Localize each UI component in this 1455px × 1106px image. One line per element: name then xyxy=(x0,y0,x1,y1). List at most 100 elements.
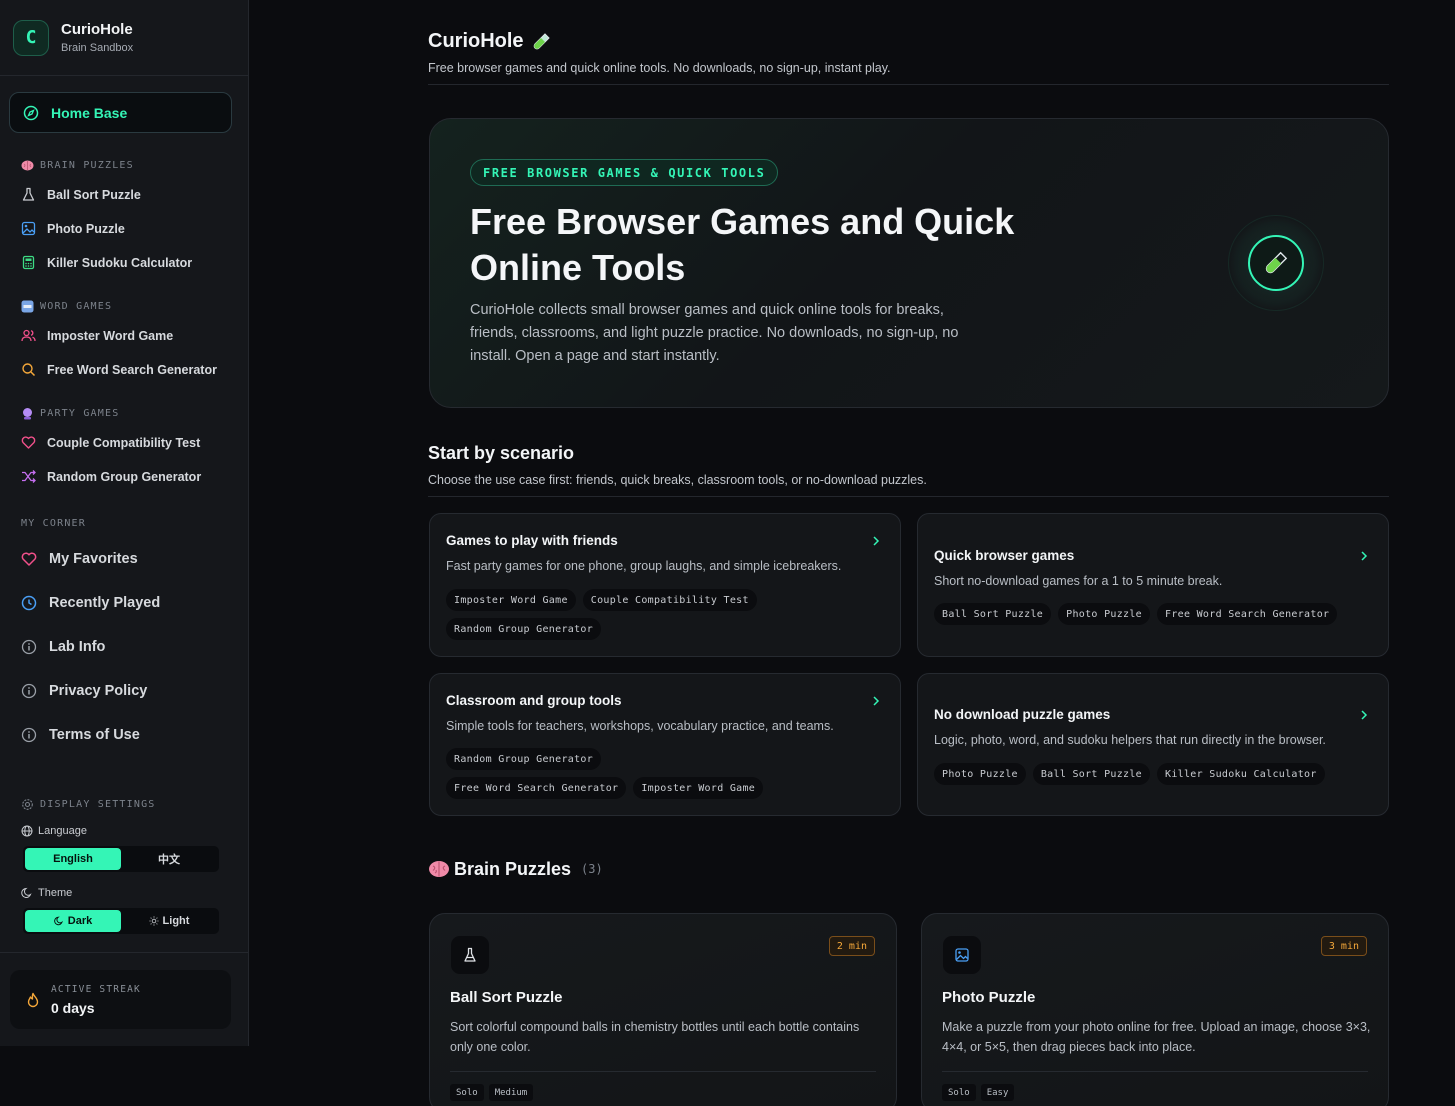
theme-toggle[interactable]: Dark Light xyxy=(23,908,219,934)
section-title-brain-puzzles: BRAIN PUZZLES xyxy=(21,159,134,172)
tag[interactable]: Free Word Search Generator xyxy=(1157,603,1338,625)
category-heading-brain-puzzles: Brain Puzzles (3) xyxy=(428,858,603,880)
brand[interactable]: C CurioHole Brain Sandbox xyxy=(0,0,248,76)
moon-icon xyxy=(21,887,32,898)
sidebar-item-free-word-search-generator[interactable]: Free Word Search Generator xyxy=(21,362,217,377)
game-icon xyxy=(451,936,489,974)
language-option-english[interactable]: English xyxy=(25,848,121,870)
search-icon xyxy=(22,363,36,377)
tag[interactable]: Random Group Generator xyxy=(446,748,602,770)
game-card-photo-puzzle[interactable]: 3 min Photo Puzzle Make a puzzle from yo… xyxy=(921,913,1389,1106)
sidebar-item-lab-info[interactable]: Lab Info xyxy=(21,639,105,655)
tag: Solo xyxy=(450,1084,484,1101)
tag[interactable]: Couple Compatibility Test xyxy=(582,589,757,611)
heart-icon xyxy=(21,552,37,566)
sidebar-item-recently-played[interactable]: Recently Played xyxy=(21,595,160,611)
globe-icon xyxy=(21,825,33,837)
card-tags: Ball Sort Puzzle Photo Puzzle Free Word … xyxy=(934,603,1374,625)
scenario-subtitle: Choose the use case first: friends, quic… xyxy=(428,473,927,487)
game-title: Ball Sort Puzzle xyxy=(450,989,563,1006)
scenario-card-friends[interactable]: Games to play with friends Fast party ga… xyxy=(429,513,901,657)
tag[interactable]: Free Word Search Generator xyxy=(446,777,627,799)
tag[interactable]: Random Group Generator xyxy=(446,618,602,640)
moon-icon xyxy=(53,916,63,926)
hero-badge xyxy=(1248,235,1304,291)
brand-subtitle: Brain Sandbox xyxy=(61,42,134,54)
game-description: Sort colorful compound balls in chemistr… xyxy=(450,1020,860,1054)
tag[interactable]: Imposter Word Game xyxy=(633,777,764,799)
sidebar-item-privacy-policy[interactable]: Privacy Policy xyxy=(21,683,147,699)
card-title: Games to play with friends xyxy=(446,533,618,548)
sun-icon xyxy=(148,916,159,926)
section-title-word-games: WORD GAMES xyxy=(21,300,112,313)
sidebar-item-ball-sort-puzzle[interactable]: Ball Sort Puzzle xyxy=(21,187,141,202)
scenario-card-quick-browser-games[interactable]: Quick browser games Short no-download ga… xyxy=(917,513,1389,657)
sidebar-item-my-favorites[interactable]: My Favorites xyxy=(21,551,138,567)
hero-heading: Free Browser Games and Quick Online Tool… xyxy=(470,201,1015,288)
sidebar-item-photo-puzzle[interactable]: Photo Puzzle xyxy=(21,221,125,236)
image-icon xyxy=(21,221,36,236)
scenario-heading: Start by scenario xyxy=(428,443,575,463)
header-divider xyxy=(428,84,1389,85)
sidebar-item-home-base[interactable]: Home Base xyxy=(9,92,232,133)
gear-icon xyxy=(22,799,33,810)
page-title: CurioHole xyxy=(428,30,551,53)
game-card-ball-sort-puzzle[interactable]: 2 min Ball Sort Puzzle Sort colorful com… xyxy=(429,913,897,1106)
flask-icon xyxy=(22,187,35,201)
card-tags: Imposter Word Game Couple Compatibility … xyxy=(446,589,786,640)
game-icon xyxy=(943,936,981,974)
card-title: Classroom and group tools xyxy=(446,693,622,708)
language-option-chinese[interactable]: 中文 xyxy=(121,848,217,870)
sidebar-item-random-group-generator[interactable]: Random Group Generator xyxy=(21,469,201,484)
card-divider xyxy=(450,1071,876,1072)
hero-description: CurioHole collects small browser games a… xyxy=(470,302,959,364)
abc-icon xyxy=(21,300,34,313)
sidebar-item-couple-compatibility-test[interactable]: Couple Compatibility Test xyxy=(21,435,200,450)
shuffle-icon xyxy=(22,470,36,483)
tag[interactable]: Photo Puzzle xyxy=(1058,603,1150,625)
section-title-display-settings: DISPLAY SETTINGS xyxy=(21,798,156,811)
scenario-divider xyxy=(428,496,1389,497)
tag[interactable]: Photo Puzzle xyxy=(934,763,1026,785)
category-count: (3) xyxy=(581,862,603,876)
language-toggle[interactable]: English 中文 xyxy=(23,846,219,872)
card-description: Logic, photo, word, and sudoku helpers t… xyxy=(934,733,1326,747)
sidebar-item-label: Home Base xyxy=(51,104,128,121)
chevron-right-icon xyxy=(1361,551,1368,561)
theme-option-dark[interactable]: Dark xyxy=(25,910,121,932)
tag[interactable]: Ball Sort Puzzle xyxy=(1032,763,1150,785)
tag: Medium xyxy=(488,1084,534,1101)
theme-label: Theme xyxy=(21,887,72,899)
game-title: Photo Puzzle xyxy=(942,989,1036,1006)
active-streak: ACTIVE STREAK 0 days xyxy=(10,970,231,1029)
tag: Easy xyxy=(980,1084,1015,1101)
tag[interactable]: Ball Sort Puzzle xyxy=(934,603,1052,625)
sidebar-item-killer-sudoku-calculator[interactable]: Killer Sudoku Calculator xyxy=(21,255,192,270)
time-badge: 3 min xyxy=(1320,936,1367,956)
crystal-ball-icon xyxy=(23,408,32,420)
info-icon xyxy=(21,727,37,743)
flask-icon xyxy=(464,947,476,962)
sidebar-item-imposter-word-game[interactable]: Imposter Word Game xyxy=(21,328,173,343)
hero-pill: FREE BROWSER GAMES & QUICK TOOLS xyxy=(470,159,779,186)
game-tags: Solo Medium xyxy=(450,1084,534,1101)
test-tube-icon xyxy=(533,32,550,49)
theme-option-light[interactable]: Light xyxy=(121,910,217,932)
calculator-icon xyxy=(22,255,35,270)
users-icon xyxy=(21,329,36,342)
scenario-card-no-download-puzzles[interactable]: No download puzzle games Logic, photo, w… xyxy=(917,673,1389,816)
tag[interactable]: Imposter Word Game xyxy=(446,589,576,611)
sidebar-divider xyxy=(0,952,248,953)
card-description: Simple tools for teachers, workshops, vo… xyxy=(446,719,834,733)
language-label: Language xyxy=(21,825,87,837)
scenario-card-classroom[interactable]: Classroom and group tools Simple tools f… xyxy=(429,673,901,816)
game-tags: Solo Easy xyxy=(942,1084,1015,1101)
sidebar-item-terms-of-use[interactable]: Terms of Use xyxy=(21,727,140,743)
tag[interactable]: Killer Sudoku Calculator xyxy=(1157,763,1325,785)
chevron-right-icon xyxy=(873,536,880,546)
brain-icon xyxy=(429,861,449,877)
flame-icon xyxy=(27,992,39,1007)
game-description: Make a puzzle from your photo online for… xyxy=(942,1020,1371,1054)
hero-panel: FREE BROWSER GAMES & QUICK TOOLS Free Br… xyxy=(429,118,1389,408)
compass-icon xyxy=(23,105,39,120)
